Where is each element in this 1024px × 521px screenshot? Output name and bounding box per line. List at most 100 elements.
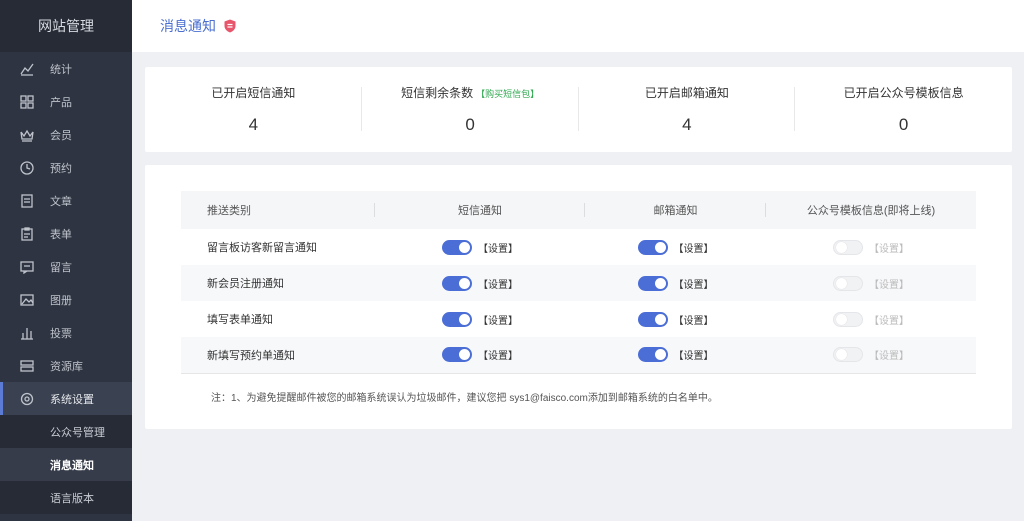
wechat-cell: 【设置】 xyxy=(766,301,976,337)
table-row: 新填写预约单通知 【设置】 【设置】 【设置】 xyxy=(181,337,976,373)
sidebar-item-members[interactable]: 会员 xyxy=(0,118,132,151)
row-category: 新填写预约单通知 xyxy=(207,349,295,362)
stat-value: 0 xyxy=(898,115,909,134)
sidebar-subitem-wechat[interactable]: 公众号管理 xyxy=(0,415,132,448)
sidebar-item-forms[interactable]: 表单 xyxy=(0,217,132,250)
email-cell: 【设置】 xyxy=(585,229,766,265)
row-category: 填写表单通知 xyxy=(207,314,273,326)
message-icon xyxy=(20,260,34,274)
sms-toggle[interactable] xyxy=(442,311,472,327)
image-icon xyxy=(20,293,34,307)
sidebar-item-gallery[interactable]: 图册 xyxy=(0,283,132,316)
sms-cell: 【设置】 xyxy=(375,265,585,301)
sidebar-item-label: 投票 xyxy=(50,327,72,340)
stat-label-text: 短信剩余条数 xyxy=(401,86,474,100)
sidebar-item-label: 统计 xyxy=(50,63,72,76)
sidebar-item-votes[interactable]: 投票 xyxy=(0,316,132,349)
email-toggle[interactable] xyxy=(637,347,668,363)
sidebar-item-messages[interactable]: 留言 xyxy=(0,250,132,283)
sms-settings-link[interactable]: 【设置】 xyxy=(478,316,518,327)
sms-settings-link[interactable]: 【设置】 xyxy=(478,244,518,255)
sms-settings-link[interactable]: 【设置】 xyxy=(478,280,518,291)
stat-sms-remaining: 短信剩余条数 【购买短信包】 0 xyxy=(362,67,579,152)
sidebar-item-label: 资源库 xyxy=(50,360,83,373)
stat-label: 已开启公众号模板信息 xyxy=(843,86,964,100)
email-cell: 【设置】 xyxy=(585,337,766,373)
table-row: 填写表单通知 【设置】 【设置】 【设置】 xyxy=(181,301,976,337)
brand-title: 网站管理 xyxy=(0,0,132,52)
wechat-cell: 【设置】 xyxy=(766,337,976,373)
sidebar-item-stats[interactable]: 统计 xyxy=(0,52,132,85)
email-settings-link[interactable]: 【设置】 xyxy=(674,351,714,362)
buy-sms-link[interactable]: 【购买短信包】 xyxy=(476,89,539,99)
wechat-cell: 【设置】 xyxy=(766,229,976,265)
table-header-row: 推送类别 短信通知 邮箱通知 公众号模板信息(即将上线) xyxy=(181,191,976,229)
email-settings-link[interactable]: 【设置】 xyxy=(674,280,714,291)
sms-toggle[interactable] xyxy=(442,347,472,363)
column-header-email: 邮箱通知 xyxy=(585,191,766,229)
clipboard-icon xyxy=(20,226,34,241)
stat-wechat-enabled: 已开启公众号模板信息 0 xyxy=(795,67,1012,152)
sms-toggle[interactable] xyxy=(442,239,472,255)
email-toggle[interactable] xyxy=(637,311,668,327)
grid-icon xyxy=(20,94,34,109)
sidebar-item-products[interactable]: 产品 xyxy=(0,85,132,118)
sidebar-item-label: 留言 xyxy=(50,261,72,274)
email-cell: 【设置】 xyxy=(585,301,766,337)
stat-value: 4 xyxy=(682,115,692,134)
sidebar-item-system-settings[interactable]: 系统设置 xyxy=(0,382,132,415)
stat-value: 0 xyxy=(465,115,475,134)
email-settings-link[interactable]: 【设置】 xyxy=(674,244,714,255)
column-header-category: 推送类别 xyxy=(181,191,375,229)
stat-sms-enabled: 已开启短信通知 4 xyxy=(145,67,362,152)
stat-label: 已开启邮箱通知 xyxy=(644,86,729,100)
sidebar-item-label: 产品 xyxy=(50,96,72,109)
row-category: 新会员注册通知 xyxy=(207,278,284,290)
email-toggle[interactable] xyxy=(637,239,668,255)
sidebar-item-articles[interactable]: 文章 xyxy=(0,184,132,217)
sidebar-item-label: 表单 xyxy=(50,228,72,241)
column-header-sms: 短信通知 xyxy=(375,191,585,229)
sidebar-item-label: 预约 xyxy=(50,162,72,175)
wechat-toggle xyxy=(833,239,863,255)
email-settings-link[interactable]: 【设置】 xyxy=(674,316,714,327)
sidebar-subitem-language[interactable]: 语言版本 xyxy=(0,481,132,514)
sidebar-item-label: 文章 xyxy=(50,195,72,208)
wechat-settings-link: 【设置】 xyxy=(869,315,909,327)
stat-value: 4 xyxy=(248,115,259,134)
wechat-toggle xyxy=(833,275,863,291)
settings-icon xyxy=(20,392,34,406)
wechat-settings-link: 【设置】 xyxy=(869,243,909,255)
sidebar-subitem-notifications[interactable]: 消息通知 xyxy=(0,448,132,481)
database-icon xyxy=(20,359,34,373)
wechat-cell: 【设置】 xyxy=(766,265,976,301)
notification-table: 推送类别 短信通知 邮箱通知 公众号模板信息(即将上线) 留言板访客新留言通知 … xyxy=(181,191,976,374)
sms-cell: 【设置】 xyxy=(375,229,585,265)
document-icon xyxy=(20,193,34,208)
whitelist-note: 注：1、为避免提醒邮件被您的邮箱系统误认为垃圾邮件，建议您把 sys1@fais… xyxy=(211,393,718,404)
table-row: 新会员注册通知 【设置】 【设置】 【设置】 xyxy=(181,265,976,301)
wechat-settings-link: 【设置】 xyxy=(869,279,909,291)
crown-icon xyxy=(20,128,34,142)
page-title: 消息通知 xyxy=(160,18,216,34)
sms-cell: 【设置】 xyxy=(375,301,585,337)
sms-cell: 【设置】 xyxy=(375,337,585,373)
email-cell: 【设置】 xyxy=(585,265,766,301)
column-header-wechat: 公众号模板信息(即将上线) xyxy=(806,205,936,217)
clock-icon xyxy=(20,160,34,175)
sms-settings-link[interactable]: 【设置】 xyxy=(478,351,518,362)
stat-email-enabled: 已开启邮箱通知 4 xyxy=(579,67,796,152)
wechat-toggle xyxy=(833,311,863,327)
wechat-settings-link: 【设置】 xyxy=(869,351,909,363)
stat-label: 已开启短信通知 xyxy=(211,86,296,100)
stats-card: 已开启短信通知 4 短信剩余条数 【购买短信包】 0 已开启邮箱通知 4 已开启公… xyxy=(145,67,1012,152)
page-header: 消息通知 xyxy=(132,0,1024,52)
sidebar-item-resources[interactable]: 资源库 xyxy=(0,349,132,382)
bar-chart-icon xyxy=(20,326,34,340)
sidebar-item-booking[interactable]: 预约 xyxy=(0,151,132,184)
shield-icon xyxy=(224,19,236,33)
sms-toggle[interactable] xyxy=(442,275,472,291)
email-toggle[interactable] xyxy=(637,275,668,291)
notification-settings-card: 推送类别 短信通知 邮箱通知 公众号模板信息(即将上线) 留言板访客新留言通知 … xyxy=(145,165,1012,429)
table-row: 留言板访客新留言通知 【设置】 【设置】 【设置】 xyxy=(181,229,976,265)
